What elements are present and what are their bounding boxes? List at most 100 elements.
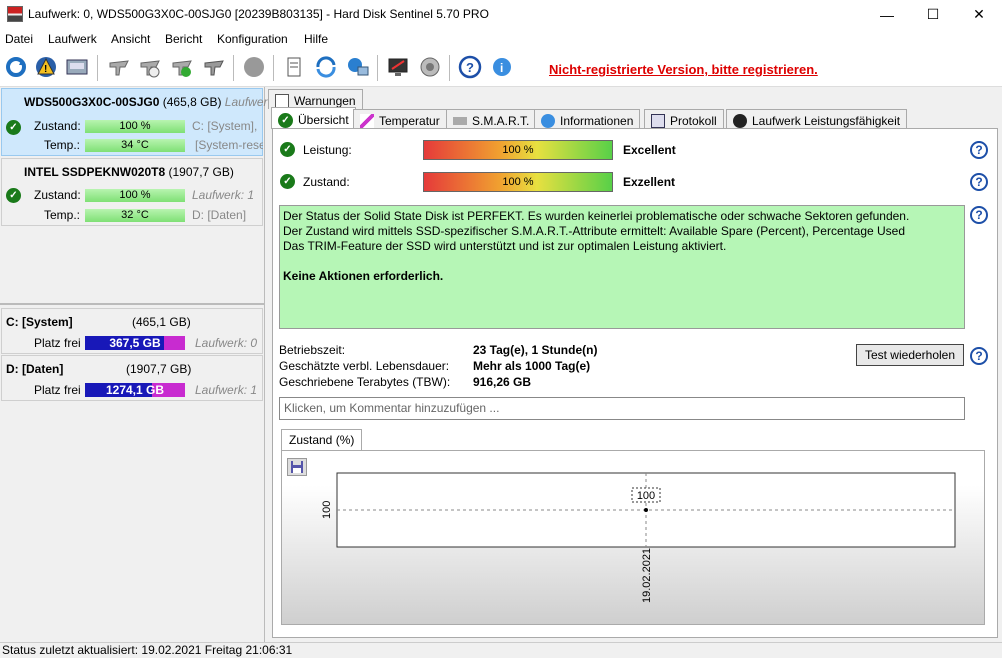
ok-check-icon: ✓	[280, 142, 295, 157]
comment-input[interactable]: Klicken, um Kommentar hinzuzufügen ...	[279, 397, 965, 420]
free-label: Platz frei	[34, 336, 81, 350]
zustand-rating: Exzellent	[623, 175, 676, 189]
warning-icon[interactable]: !	[33, 54, 59, 80]
chart-y-tick-label: 100	[321, 501, 333, 519]
zustand-bar: 100 %	[423, 172, 613, 192]
help-icon[interactable]: ?	[970, 206, 988, 224]
tool-ok-icon[interactable]	[169, 54, 195, 80]
temp-bar: 34 °C	[85, 139, 185, 152]
title-bar: Laufwerk: 0, WDS500G3X0C-00SJG0 [20239B8…	[0, 0, 1002, 29]
volume-item-c[interactable]: C: [System] (465,1 GB) Platz frei 367,5 …	[1, 308, 263, 354]
tool-gray-icon[interactable]	[106, 54, 132, 80]
overview-content: ✓ Leistung: 100 % Excellent ? ✓ Zustand:…	[272, 128, 998, 638]
status-bar: Status zuletzt aktualisiert: 19.02.2021 …	[0, 642, 1002, 658]
drive-extra: Laufwer	[224, 95, 268, 109]
svg-text:!: !	[44, 64, 47, 75]
tab-informationen[interactable]: Informationen	[534, 109, 641, 129]
temp-label: Temp.:	[44, 138, 81, 152]
test-repeat-button[interactable]: Test wiederholen	[856, 344, 964, 366]
chart-svg: 100 100 19.02.2021	[321, 472, 956, 603]
temp-bar: 32 °C	[85, 209, 185, 222]
betriebszeit-label: Betriebszeit:	[279, 343, 346, 357]
leistung-label: Leistung:	[303, 143, 352, 157]
status-line: Der Status der Solid State Disk ist PERF…	[283, 209, 910, 223]
tab-uebersicht[interactable]: ✓ Übersicht	[271, 107, 356, 129]
ok-check-icon: ✓	[280, 174, 295, 189]
close-button[interactable]: ✕	[956, 0, 1002, 29]
register-link[interactable]: Nicht-registrierte Version, bitte regist…	[549, 62, 818, 77]
status-line: Der Zustand wird mittels SSD-spezifische…	[283, 224, 906, 238]
status-action: Keine Aktionen erforderlich.	[283, 269, 444, 283]
sync-icon[interactable]	[313, 54, 339, 80]
drive-item-0[interactable]: WDS500G3X0C-00SJG0 (465,8 GB) Laufwer ✓ …	[1, 88, 268, 156]
svg-text:i: i	[500, 61, 503, 75]
zustand-label: Zustand:	[34, 119, 81, 133]
help-icon[interactable]: ?	[970, 347, 988, 365]
ok-check-icon: ✓	[6, 120, 21, 135]
maximize-button[interactable]: ☐	[910, 0, 956, 29]
drive-item-1[interactable]: INTEL SSDPEKNW020T8 (1907,7 GB) ✓ Zustan…	[1, 158, 263, 226]
drive-volume-info: C: [System],	[192, 119, 258, 133]
app-icon	[7, 6, 23, 22]
free-space-value: 1274,1 GB	[105, 383, 165, 397]
volume-disk: Laufwerk: 0	[195, 336, 258, 350]
minimize-button[interactable]: —	[864, 0, 910, 29]
help-icon[interactable]: ?	[970, 141, 988, 159]
toolbar: ! ? i	[0, 49, 1002, 87]
chart-data-label: 100	[637, 490, 655, 502]
volume-size: (1907,7 GB)	[126, 362, 192, 376]
drive-partition-info: [System-rese	[195, 138, 263, 152]
tab-warnungen[interactable]: Warnungen	[268, 89, 363, 109]
volume-name: C: [System]	[6, 315, 73, 329]
report-icon[interactable]	[281, 54, 307, 80]
svg-text:?: ?	[466, 60, 474, 75]
blank-disk-icon[interactable]	[241, 54, 267, 80]
window-title: Laufwerk: 0, WDS500G3X0C-00SJG0 [20239B8…	[28, 7, 489, 21]
volume-item-d[interactable]: D: [Daten] (1907,7 GB) Platz frei 1274,1…	[1, 355, 263, 401]
leistung-bar: 100 %	[423, 140, 613, 160]
drive-disk-info: Laufwerk: 1	[192, 188, 255, 202]
chart-point	[644, 508, 648, 512]
drive-size: (1907,7 GB)	[168, 165, 234, 179]
drive-size: (465,8 GB)	[162, 95, 222, 109]
drive-icon	[453, 117, 467, 125]
free-label: Platz frei	[34, 383, 81, 397]
chart-tab-zustand[interactable]: Zustand (%)	[281, 429, 363, 451]
free-space-value: 367,5 GB	[109, 336, 161, 350]
tab-temperatur[interactable]: Temperatur	[353, 109, 447, 129]
thermometer-icon	[360, 114, 374, 128]
volume-disk: Laufwerk: 1	[195, 383, 258, 397]
sound-icon[interactable]	[417, 54, 443, 80]
help-icon[interactable]: ?	[970, 173, 988, 191]
tab-leistungsfaehigkeit[interactable]: Laufwerk Leistungsfähigkeit	[726, 109, 908, 129]
zustand-label: Zustand:	[303, 175, 350, 189]
chart-x-tick-label: 19.02.2021	[641, 548, 653, 603]
monitor-icon[interactable]	[385, 54, 411, 80]
tab-protokoll[interactable]: Protokoll	[644, 109, 724, 129]
volume-name: D: [Daten]	[6, 362, 64, 376]
lebensdauer-label: Geschätzte verbl. Lebensdauer:	[279, 359, 450, 373]
tool-disabled-icon[interactable]	[201, 54, 227, 80]
chart-panel: 100 100 19.02.2021	[281, 450, 985, 625]
info-icon[interactable]: i	[489, 54, 515, 80]
zustand-bar: 100 %	[85, 120, 185, 133]
lebensdauer-value: Mehr als 1000 Tag(e)	[473, 359, 591, 373]
zustand-label: Zustand:	[34, 188, 81, 202]
menu-konfiguration[interactable]: Konfiguration	[217, 32, 288, 46]
menu-ansicht[interactable]: Ansicht	[111, 32, 150, 46]
menu-datei[interactable]: Datei	[5, 32, 33, 46]
tab-smart[interactable]: S.M.A.R.T.	[446, 109, 537, 129]
menu-bar: Datei Laufwerk Ansicht Bericht Konfigura…	[0, 29, 1002, 49]
tool-check-icon[interactable]	[137, 54, 163, 80]
ok-check-icon: ✓	[6, 188, 21, 203]
menu-laufwerk[interactable]: Laufwerk	[48, 32, 97, 46]
menu-bericht[interactable]: Bericht	[165, 32, 202, 46]
volume-size: (465,1 GB)	[132, 315, 191, 329]
menu-hilfe[interactable]: Hilfe	[304, 32, 328, 46]
temp-label: Temp.:	[44, 208, 81, 222]
network-icon[interactable]	[345, 54, 371, 80]
gauge-icon	[733, 114, 747, 128]
disk-info-icon[interactable]	[64, 54, 90, 80]
help-icon[interactable]: ?	[457, 54, 483, 80]
refresh-icon[interactable]	[3, 54, 29, 80]
